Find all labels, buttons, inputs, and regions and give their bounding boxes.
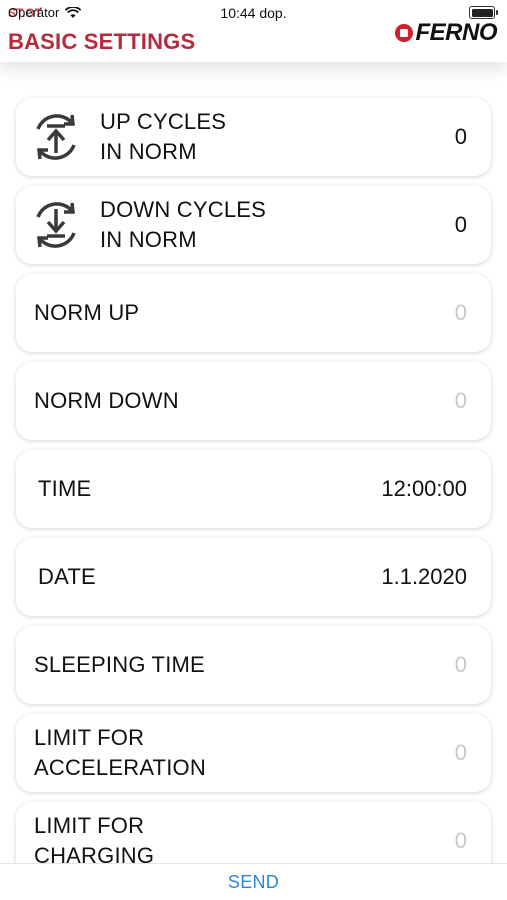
setting-input[interactable]: 0: [455, 388, 467, 414]
setting-label: UP CYCLES IN NORM: [100, 109, 227, 164]
setting-label: DOWN CYCLES IN NORM: [100, 197, 266, 252]
setting-label: NORM DOWN: [34, 388, 179, 413]
settings-list[interactable]: UP CYCLES IN NORM 0 DOWN CYCLES IN NORM …: [0, 62, 507, 864]
setting-value[interactable]: 0: [455, 124, 467, 150]
setting-value[interactable]: 0: [455, 212, 467, 238]
setting-down-cycles-in-norm[interactable]: DOWN CYCLES IN NORM 0: [16, 186, 491, 264]
setting-date[interactable]: DATE 1.1.2020: [16, 538, 491, 616]
setting-label: LIMIT FOR CHARGING: [34, 813, 155, 864]
setting-input[interactable]: 0: [455, 740, 467, 766]
page-title: BASIC SETTINGS: [8, 29, 196, 54]
setting-label: SLEEPING TIME: [34, 652, 205, 677]
up-cycle-icon: [36, 114, 76, 160]
ferno-logo-icon: [394, 24, 413, 42]
app-screen: ST.OT BASIC SETTINGS FERNO Operátor 10:4…: [0, 0, 507, 900]
setting-norm-down[interactable]: NORM DOWN 0: [16, 362, 491, 440]
time-picker[interactable]: 12:00:00: [381, 476, 467, 502]
send-button[interactable]: SEND: [228, 872, 279, 893]
setting-limit-for-acceleration[interactable]: LIMIT FOR ACCELERATION 0: [16, 714, 491, 792]
down-cycle-icon: [36, 202, 76, 248]
setting-label: NORM UP: [34, 300, 140, 325]
battery-icon: [469, 6, 498, 19]
setting-label: LIMIT FOR ACCELERATION: [34, 725, 206, 780]
status-bar: Operátor 10:44 dop.: [0, 0, 507, 24]
setting-time[interactable]: TIME 12:00:00: [16, 450, 491, 528]
setting-limit-for-charging[interactable]: LIMIT FOR CHARGING 0: [16, 802, 491, 864]
setting-norm-up[interactable]: NORM UP 0: [16, 274, 491, 352]
setting-input[interactable]: 0: [455, 652, 467, 678]
date-picker[interactable]: 1.1.2020: [381, 564, 467, 590]
setting-label: TIME: [38, 476, 92, 501]
setting-sleeping-time[interactable]: SLEEPING TIME 0: [16, 626, 491, 704]
setting-input[interactable]: 0: [455, 300, 467, 326]
setting-label: DATE: [38, 564, 96, 589]
status-time: 10:44 dop.: [220, 5, 287, 21]
setting-input[interactable]: 0: [455, 828, 467, 854]
footer-bar: SEND: [0, 863, 507, 900]
setting-up-cycles-in-norm[interactable]: UP CYCLES IN NORM 0: [16, 98, 491, 176]
